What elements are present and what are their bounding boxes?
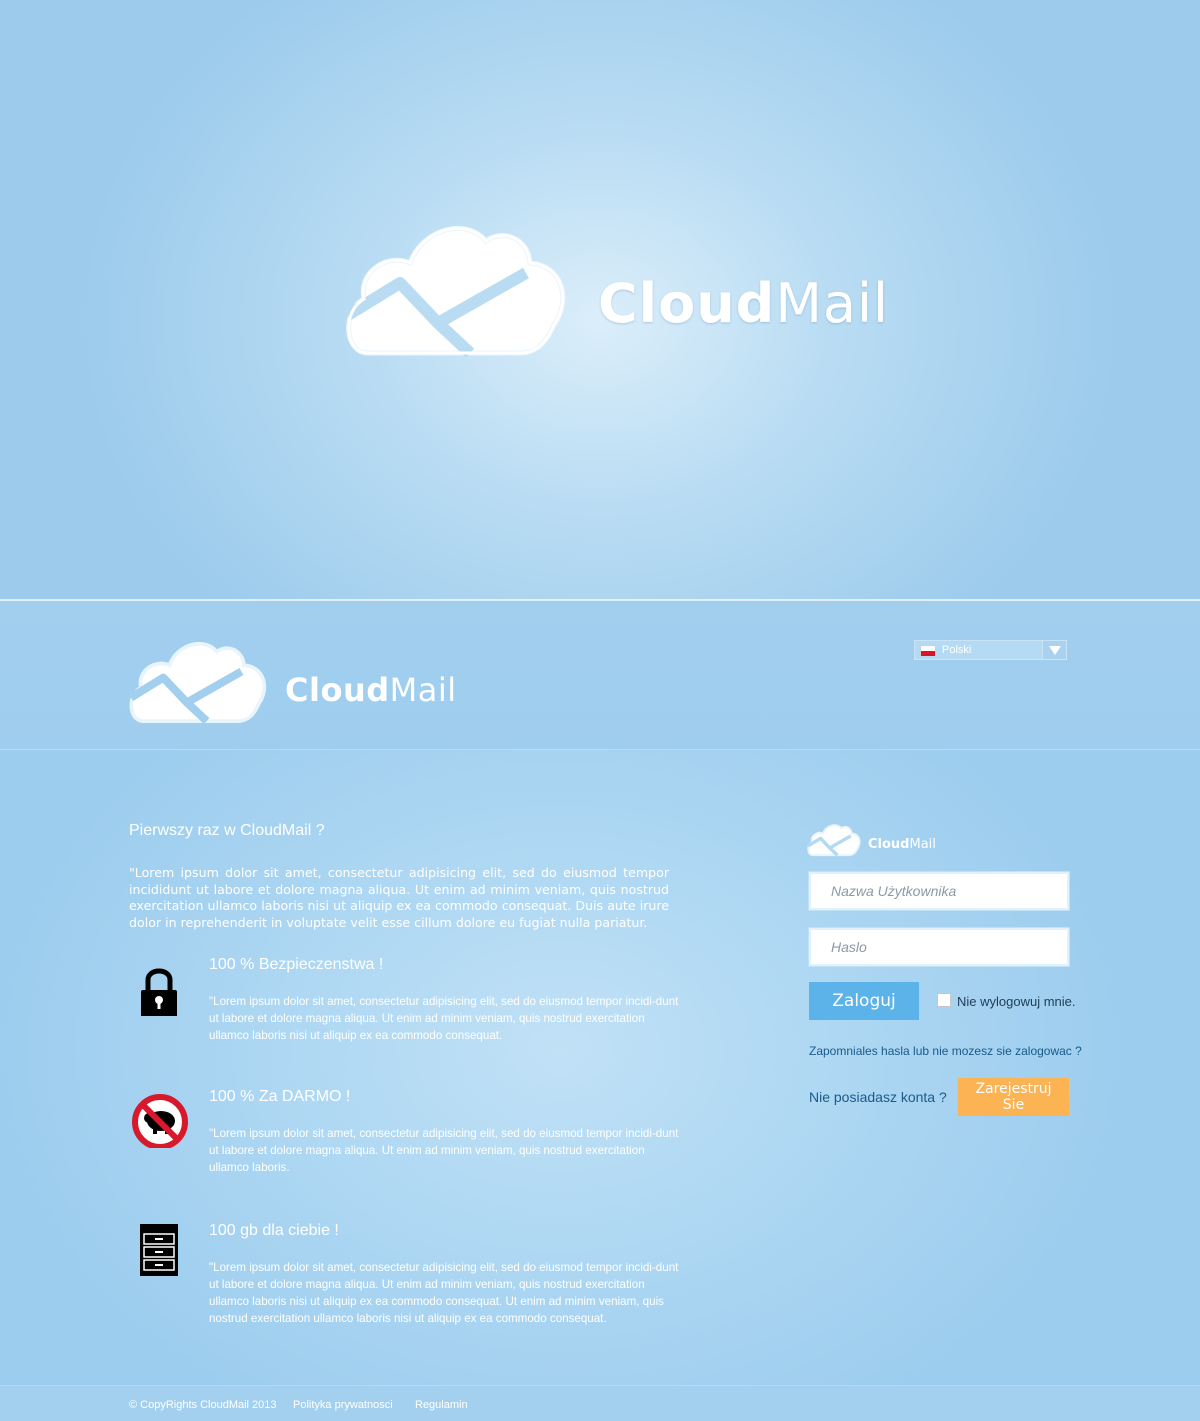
- login-brand-title: CloudMail: [868, 837, 936, 852]
- cloud-mail-logo-icon: [344, 225, 566, 358]
- hero-splash: CloudMail: [0, 0, 1200, 600]
- language-select[interactable]: Polski: [914, 640, 1067, 660]
- intro-text: "Lorem ipsum dolor sit amet, consectetur…: [129, 865, 669, 930]
- login-button[interactable]: Zaloguj: [809, 982, 919, 1020]
- poland-flag-icon: [920, 645, 936, 656]
- hero-title-bold: Cloud: [598, 272, 776, 335]
- header-title-light: Mail: [389, 671, 457, 709]
- footer-terms-link[interactable]: Regulamin: [415, 1399, 468, 1411]
- username-input[interactable]: [809, 872, 1069, 910]
- intro-title: Pierwszy raz w CloudMail ?: [129, 822, 325, 839]
- padlock-icon: [141, 968, 177, 1016]
- hero-title-light: Mail: [775, 272, 890, 335]
- language-selected-label: Polski: [942, 644, 972, 656]
- main-content: Pierwszy raz w CloudMail ? "Lorem ipsum …: [0, 750, 1200, 1385]
- chevron-down-icon[interactable]: [1042, 641, 1066, 659]
- register-button[interactable]: Zarejestruj Sie: [958, 1078, 1069, 1116]
- file-cabinet-icon: [140, 1224, 178, 1276]
- feature-title: 100 % Za DARMO !: [209, 1088, 351, 1105]
- header-title-bold: Cloud: [285, 671, 390, 709]
- remember-me-checkbox[interactable]: [937, 993, 951, 1007]
- feature-text: "Lorem ipsum dolor sit amet, consectetur…: [209, 1261, 679, 1325]
- feature-text: "Lorem ipsum dolor sit amet, consectetur…: [209, 1127, 679, 1174]
- page-footer: © CopyRights CloudMail 2013 Polityka pry…: [0, 1385, 1200, 1421]
- feature-text: "Lorem ipsum dolor sit amet, consectetur…: [209, 995, 679, 1042]
- header-brand-title[interactable]: CloudMail: [285, 671, 457, 709]
- no-piggy-bank-icon: [132, 1094, 188, 1148]
- feature-title: 100 gb dla ciebie !: [209, 1222, 339, 1239]
- forgot-password-link[interactable]: Zapomniales hasla lub nie mozesz sie zal…: [809, 1044, 1082, 1058]
- remember-me-label[interactable]: Nie wylogowuj mnie.: [957, 994, 1076, 1009]
- login-brand-light: Mail: [909, 837, 936, 852]
- cloud-mail-logo-icon[interactable]: [126, 635, 270, 729]
- no-account-text: Nie posiadasz konta ?: [809, 1089, 947, 1105]
- footer-privacy-link[interactable]: Polityka prywatnosci: [293, 1399, 393, 1411]
- password-input[interactable]: [809, 928, 1069, 966]
- cloud-mail-logo-icon: [807, 824, 861, 857]
- footer-copyright: © CopyRights CloudMail 2013: [129, 1399, 277, 1411]
- page-header: CloudMail Polski: [0, 601, 1200, 750]
- feature-title: 100 % Bezpieczenstwa !: [209, 956, 384, 973]
- login-brand-bold: Cloud: [868, 837, 910, 852]
- hero-brand-title: CloudMail: [598, 272, 889, 335]
